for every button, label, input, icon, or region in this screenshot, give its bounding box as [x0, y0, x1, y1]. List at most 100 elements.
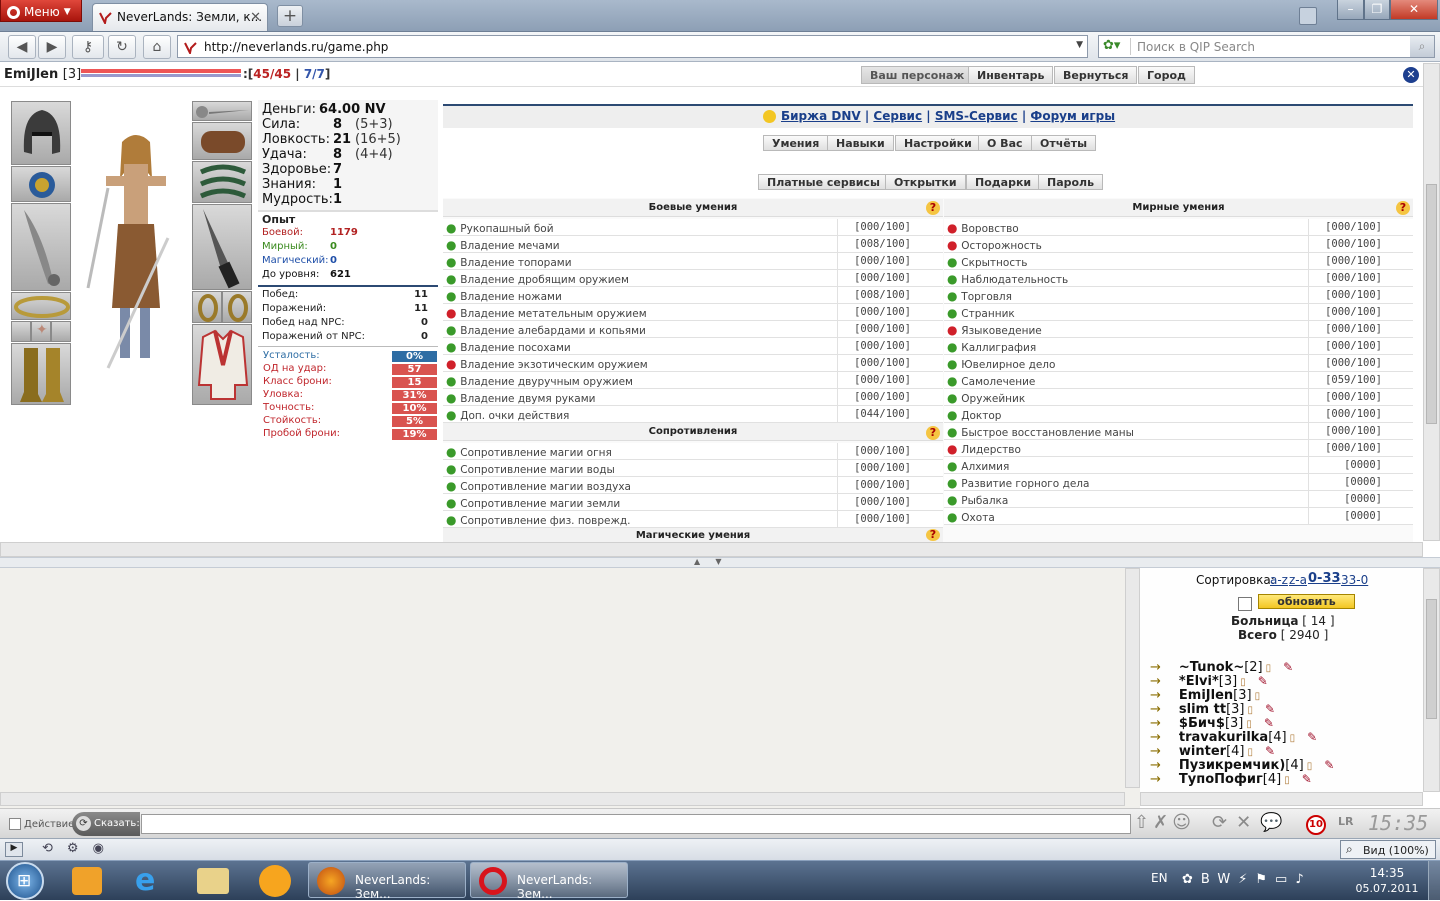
- search-icon[interactable]: ⌕: [1410, 36, 1434, 57]
- speech-icon[interactable]: 💬: [1260, 812, 1291, 833]
- arrow-icon[interactable]: →: [1150, 758, 1161, 773]
- info-icon[interactable]: ▯: [1246, 719, 1252, 730]
- trash-icon[interactable]: [1299, 7, 1317, 25]
- network-icon[interactable]: ⚙: [67, 841, 93, 856]
- online-horizontal-scrollbar[interactable]: [1140, 792, 1423, 806]
- bracer-slot[interactable]: [192, 161, 252, 203]
- say-button[interactable]: ⟳ Сказать:: [72, 812, 140, 836]
- home-button[interactable]: ⌂: [143, 35, 171, 59]
- autorefresh-checkbox[interactable]: [1238, 597, 1252, 611]
- arrow-icon[interactable]: →: [1150, 674, 1161, 689]
- new-tab-button[interactable]: +: [277, 5, 303, 27]
- tray-display-icon[interactable]: ▭: [1275, 872, 1295, 887]
- chat-log[interactable]: [0, 568, 1140, 808]
- btn-return[interactable]: Вернуться: [1054, 66, 1138, 84]
- sort-option[interactable]: a-z: [1270, 573, 1288, 587]
- private-icon[interactable]: ✎: [1265, 744, 1275, 758]
- sort-option[interactable]: 0-33: [1308, 571, 1341, 586]
- chat-horizontal-scrollbar[interactable]: [0, 792, 1125, 806]
- frame-splitter[interactable]: ▲ ▼: [0, 557, 1440, 568]
- top-link[interactable]: Форум игры: [1030, 109, 1115, 123]
- tray-power-icon[interactable]: ⚡: [1238, 872, 1255, 887]
- help-icon[interactable]: ?: [1396, 201, 1410, 215]
- info-icon[interactable]: ▯: [1240, 677, 1246, 688]
- forward-button[interactable]: ▶: [38, 35, 66, 59]
- btn-character[interactable]: Ваш персонаж: [861, 66, 974, 84]
- ring-slot-3[interactable]: [51, 321, 71, 342]
- tray-w-icon[interactable]: W: [1217, 872, 1238, 887]
- service-tab[interactable]: Платные сервисы: [758, 174, 889, 190]
- arrow-icon[interactable]: →: [1150, 688, 1161, 703]
- info-icon[interactable]: ▯: [1266, 663, 1272, 674]
- info-icon[interactable]: ▯: [1284, 775, 1290, 786]
- close-game-icon[interactable]: ✕: [1403, 67, 1419, 83]
- sync-icon[interactable]: ⟲: [42, 841, 67, 856]
- arrow-icon[interactable]: →: [1150, 702, 1161, 717]
- refresh-chat-icon[interactable]: ⟳: [1212, 812, 1236, 833]
- skills-tab[interactable]: Умения: [763, 135, 829, 151]
- arrow-icon[interactable]: →: [1150, 716, 1161, 731]
- online-user[interactable]: → EmiJlen[3] ▯: [1150, 688, 1260, 703]
- search-engine-icon[interactable]: ✿▾: [1103, 38, 1131, 55]
- info-icon[interactable]: ▯: [1290, 733, 1296, 744]
- online-scrollbar[interactable]: [1423, 568, 1440, 792]
- weapon-right-slot[interactable]: [192, 204, 252, 290]
- skills-tab[interactable]: Навыки: [827, 135, 894, 151]
- weapon-small-slot[interactable]: [192, 101, 252, 121]
- info-icon[interactable]: ▯: [1307, 761, 1313, 772]
- chat-message-input[interactable]: [141, 814, 1131, 834]
- service-tab[interactable]: Пароль: [1038, 174, 1104, 190]
- address-bar[interactable]: http://neverlands.ru/game.php ▼: [177, 35, 1088, 58]
- explorer-icon[interactable]: [197, 868, 229, 894]
- private-icon[interactable]: ✎: [1264, 716, 1274, 730]
- tray-volume-icon[interactable]: ♪: [1295, 872, 1311, 887]
- boots-slot[interactable]: [11, 343, 71, 405]
- close-tab-icon[interactable]: ✕: [250, 10, 261, 25]
- info-icon[interactable]: ▯: [1248, 747, 1254, 758]
- ring-slot-4[interactable]: [192, 291, 222, 323]
- belt-slot[interactable]: [11, 292, 71, 320]
- sort-option[interactable]: 33-0: [1341, 573, 1368, 587]
- up-arrow-icon[interactable]: ⇧: [1134, 812, 1153, 833]
- skills-tab[interactable]: Настройки: [895, 135, 981, 151]
- help-icon[interactable]: ?: [926, 426, 940, 440]
- action-checkbox[interactable]: [9, 818, 21, 830]
- refresh-button[interactable]: обновить: [1258, 594, 1355, 609]
- ring-slot-1[interactable]: [11, 321, 31, 342]
- info-icon[interactable]: ▯: [1247, 705, 1253, 716]
- tray-flag-icon[interactable]: ⚑: [1255, 872, 1275, 887]
- panel-toggle-icon[interactable]: ▶: [5, 842, 23, 857]
- search-field[interactable]: ✿▾ Поиск в QIP Search ⌕: [1098, 35, 1435, 58]
- address-dropdown-icon[interactable]: ▼: [1076, 40, 1083, 50]
- top-link[interactable]: Сервис: [873, 109, 922, 123]
- back-button[interactable]: ◀: [8, 35, 36, 59]
- private-icon[interactable]: ✎: [1302, 772, 1312, 786]
- gloves-slot[interactable]: [192, 122, 252, 160]
- help-icon[interactable]: ?: [926, 201, 940, 215]
- browser-tab[interactable]: NeverLands: Земли, к... ✕: [92, 3, 268, 31]
- clear-icon[interactable]: ✗: [1153, 812, 1172, 833]
- online-user[interactable]: → $Бич$[3] ▯ ✎: [1150, 716, 1274, 731]
- settings-icon[interactable]: ◉: [93, 841, 118, 856]
- key-button[interactable]: ⚷: [72, 35, 104, 59]
- amulet-slot[interactable]: [11, 166, 71, 202]
- show-desktop-button[interactable]: [1428, 861, 1440, 900]
- helmet-slot[interactable]: [11, 101, 71, 165]
- sort-option[interactable]: z-a: [1289, 573, 1307, 587]
- top-link[interactable]: SMS-Сервис: [935, 109, 1018, 123]
- online-user[interactable]: → travakurilka[4] ▯ ✎: [1150, 730, 1317, 745]
- task-firefox[interactable]: NeverLands: Зем...: [308, 862, 466, 901]
- info-icon[interactable]: ▯: [1255, 691, 1261, 702]
- ie-icon[interactable]: e: [135, 865, 167, 897]
- private-icon[interactable]: ✎: [1283, 660, 1293, 674]
- arrow-icon[interactable]: →: [1150, 744, 1161, 759]
- private-icon[interactable]: ✎: [1324, 758, 1334, 772]
- zoom-control[interactable]: ⌕ Вид (100%): [1340, 840, 1436, 859]
- armor-slot[interactable]: [192, 324, 252, 405]
- task-opera[interactable]: NeverLands: Зем...: [470, 862, 628, 901]
- tray-qip-icon[interactable]: ✿: [1182, 872, 1201, 887]
- arrow-icon[interactable]: →: [1150, 772, 1161, 787]
- chat-scrollbar[interactable]: [1125, 568, 1140, 788]
- top-link[interactable]: Биржа DNV: [781, 109, 861, 123]
- main-vertical-scrollbar[interactable]: [1423, 63, 1440, 541]
